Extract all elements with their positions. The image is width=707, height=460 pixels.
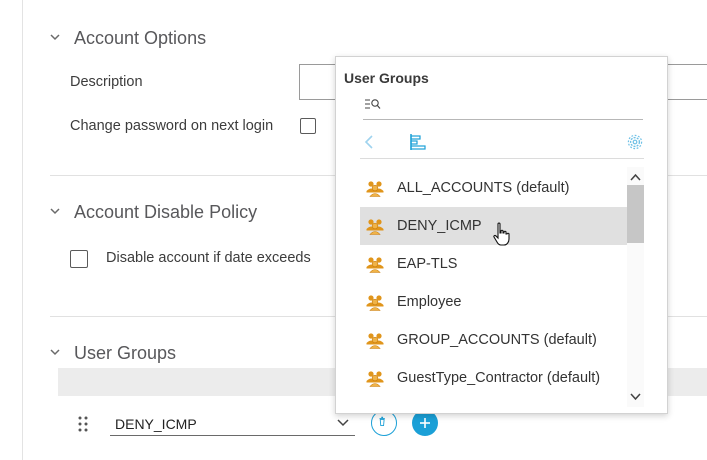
list-item[interactable]: EAP-TLS — [360, 245, 644, 283]
list-item[interactable]: Employee — [360, 283, 644, 321]
back-arrow-icon[interactable] — [363, 135, 375, 149]
user-group-icon — [366, 219, 384, 235]
list-item-label: GROUP_ACCOUNTS (default) — [397, 332, 597, 348]
list-item-label: GuestType_Contractor (default) — [397, 370, 601, 386]
change-password-checkbox[interactable] — [300, 118, 316, 134]
description-label: Description — [70, 74, 143, 90]
drag-handle-icon[interactable] — [78, 416, 88, 432]
disable-account-label: Disable account if date exceeds — [106, 250, 311, 266]
section-title-user-groups: User Groups — [74, 343, 177, 363]
user-groups-list: ALL_ACCOUNTS (default) DENY_ICMP EAP-TLS Em… — [360, 169, 644, 409]
list-item[interactable]: ALL_ACCOUNTS (default) — [360, 169, 644, 207]
user-group-select[interactable]: DENY_ICMP — [110, 412, 355, 436]
user-group-icon — [366, 333, 384, 349]
user-group-icon — [366, 181, 384, 197]
section-account-options-header[interactable]: Account Options — [50, 28, 206, 49]
scroll-down-icon[interactable] — [630, 393, 641, 401]
user-group-icon — [366, 295, 384, 311]
trash-icon — [379, 416, 385, 427]
section-title-account-options: Account Options — [74, 28, 207, 48]
list-item-label: EAP-TLS — [397, 256, 458, 272]
change-password-label: Change password on next login — [70, 118, 274, 134]
chevron-down-icon — [50, 348, 60, 355]
search-filter-icon — [365, 99, 381, 109]
section-title-account-disable: Account Disable Policy — [74, 202, 258, 222]
section-user-groups-header[interactable]: User Groups — [50, 343, 176, 364]
disable-account-checkbox[interactable] — [70, 250, 88, 268]
list-item[interactable]: GROUP_ACCOUNTS (default) — [360, 321, 644, 359]
user-group-icon — [366, 257, 384, 273]
list-item-label: DENY_ICMP — [397, 218, 482, 234]
scroll-up-icon[interactable] — [630, 173, 641, 181]
popover-title: User Groups — [344, 70, 429, 86]
popover-search-input[interactable] — [363, 93, 643, 120]
left-border-line — [22, 0, 23, 460]
chevron-down-icon — [337, 419, 349, 427]
section-account-disable-header[interactable]: Account Disable Policy — [50, 202, 257, 223]
scrollbar-thumb[interactable] — [627, 185, 644, 243]
popover-toolbar-divider — [360, 158, 644, 159]
gear-icon[interactable] — [627, 134, 643, 150]
list-item[interactable]: GuestType_Contractor (default) — [360, 359, 644, 397]
hierarchy-icon[interactable] — [409, 134, 427, 150]
chevron-down-icon — [50, 207, 60, 214]
chevron-down-icon — [50, 33, 60, 40]
user-group-select-value: DENY_ICMP — [115, 416, 197, 432]
hand-cursor-icon — [493, 222, 510, 246]
list-item-label: ALL_ACCOUNTS (default) — [397, 180, 570, 196]
list-item-label: Employee — [397, 294, 462, 310]
user-group-icon — [366, 371, 384, 387]
